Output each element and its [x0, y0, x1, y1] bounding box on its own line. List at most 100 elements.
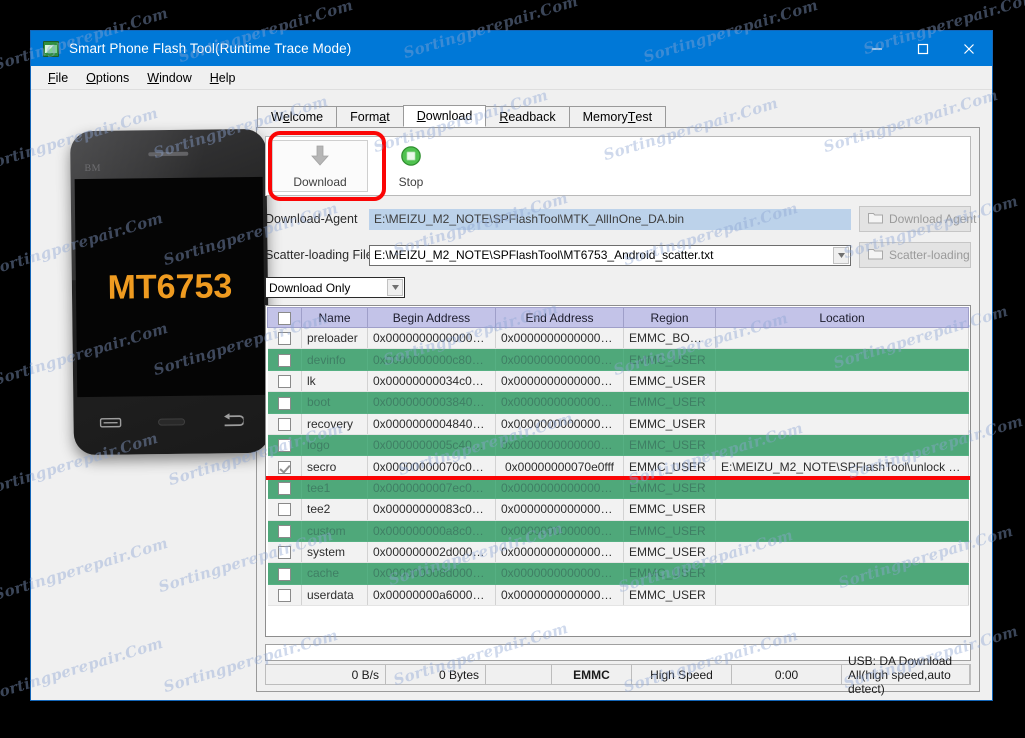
download-button-label: Download	[293, 174, 347, 189]
download-button[interactable]: Download	[272, 140, 368, 192]
stop-button[interactable]: Stop	[368, 140, 454, 192]
tab-welcome[interactable]: We lcome	[257, 106, 338, 127]
home-icon	[158, 415, 186, 433]
minimize-icon[interactable]	[854, 31, 900, 66]
cell-name: tee1	[301, 477, 368, 500]
row-checkbox[interactable]	[277, 439, 291, 453]
status-speed: 0 B/s	[266, 665, 386, 684]
row-checkbox[interactable]	[277, 567, 291, 581]
tab-readback[interactable]: Readback	[485, 106, 570, 127]
status-usb-speed: High Speed	[632, 665, 732, 684]
cell-name: cache	[301, 562, 368, 585]
partition-table[interactable]: Name Begin Address End Address Region Lo…	[265, 305, 971, 637]
row-checkbox-cell[interactable]	[267, 434, 302, 457]
row-checkbox[interactable]	[277, 482, 291, 496]
chevron-down-icon[interactable]	[833, 246, 849, 264]
row-checkbox-cell[interactable]	[267, 562, 302, 585]
menu-item-options[interactable]: Options	[77, 69, 138, 87]
chevron-down-icon[interactable]	[387, 279, 403, 296]
cell-begin-address: 0x0000000000000000	[367, 327, 496, 350]
select-all-checkbox[interactable]	[278, 311, 291, 325]
table-row[interactable]: tee1 0x0000000007ec0000 0x0000000000000000…	[267, 477, 969, 500]
status-bar: 0 B/s 0 Bytes EMMC High Speed 0:00 USB: …	[265, 654, 971, 696]
download-agent-field[interactable]: E:\MEIZU_M2_NOTE\SPFlashTool\MTK_AllInOn…	[369, 208, 851, 230]
row-checkbox[interactable]	[277, 332, 291, 346]
row-checkbox-cell[interactable]	[267, 541, 302, 564]
row-checkbox-cell[interactable]	[267, 477, 302, 500]
row-checkbox[interactable]	[277, 503, 291, 517]
cell-name: recovery	[301, 413, 368, 435]
menu-item-window[interactable]: Window	[138, 69, 200, 87]
row-checkbox-cell[interactable]	[267, 584, 302, 607]
menu-bar: File Options Window Help	[31, 66, 992, 90]
row-checkbox[interactable]	[277, 589, 291, 603]
row-checkbox-cell[interactable]	[267, 455, 302, 478]
status-storage: EMMC	[552, 665, 632, 684]
table-row[interactable]: recovery 0x0000000004840000 0x000000000000…	[267, 413, 969, 435]
tab-download[interactable]: Download	[402, 105, 487, 127]
maximize-icon[interactable]	[900, 31, 946, 66]
row-checkbox-cell[interactable]	[267, 413, 302, 435]
table-row[interactable]: secro 0x00000000070c0000 0x00000000070e0ff…	[267, 455, 969, 478]
cell-name: secro	[301, 455, 368, 478]
cell-end-address: 0x0000000000000000	[495, 348, 624, 371]
tab-memory-test[interactable]: Memory Test	[568, 106, 667, 127]
table-row[interactable]: cache 0x000000008d000000 0x000000000000000…	[267, 562, 969, 585]
status-elapsed: 0:00	[732, 665, 842, 684]
row-checkbox[interactable]	[277, 396, 291, 410]
table-row[interactable]: userdata 0x00000000a6000000 0x000000000000…	[267, 584, 969, 607]
row-checkbox-cell[interactable]	[267, 520, 302, 542]
row-checkbox[interactable]	[277, 524, 291, 538]
tab-format[interactable]: Form a t	[336, 106, 404, 127]
row-checkbox-cell[interactable]	[267, 498, 302, 521]
row-checkbox[interactable]	[277, 375, 291, 389]
download-mode-select[interactable]: Download Only	[265, 277, 405, 298]
close-icon[interactable]	[946, 31, 992, 66]
partition-table-grid: Name Begin Address End Address Region Lo…	[267, 307, 969, 607]
cell-region: EMMC_USER	[623, 455, 716, 478]
cell-end-address: 0x00000000070e0fff	[495, 455, 624, 478]
table-row[interactable]: system 0x000000002d000000 0x00000000000000…	[267, 541, 969, 564]
cell-begin-address: 0x0000000004840000	[367, 413, 496, 435]
action-toolbar: Download Stop	[265, 131, 971, 201]
download-agent-button-label: Download Agent	[889, 212, 977, 226]
menu-item-help[interactable]: Help	[201, 69, 245, 87]
scatter-file-field[interactable]: E:\MEIZU_M2_NOTE\SPFlashTool\MT6753_Andr…	[369, 244, 851, 266]
table-row[interactable]: lk 0x00000000034c0000 0x0000000000000000 EM…	[267, 370, 969, 393]
row-checkbox-cell[interactable]	[267, 327, 302, 350]
table-row[interactable]: logo 0x0000000005c40000 0x0000000000000000…	[267, 434, 969, 457]
cell-end-address: 0x0000000000000000	[495, 498, 624, 521]
row-checkbox[interactable]	[277, 546, 291, 560]
cell-location	[715, 434, 969, 457]
download-mode-value: Download Only	[269, 280, 351, 295]
cell-begin-address: 0x000000000a8c0000	[367, 520, 496, 542]
table-row[interactable]: devinfo 0x0000000000c80000 0x0000000000000…	[267, 348, 969, 371]
phone-speaker-icon	[148, 151, 189, 157]
menu-item-file[interactable]: File	[39, 69, 77, 87]
cell-end-address: 0x0000000000000000	[495, 520, 624, 542]
status-connection: USB: DA Download All(high speed,auto det…	[842, 654, 970, 696]
cell-end-address: 0x0000000000000000	[495, 541, 624, 564]
table-row[interactable]: tee2 0x00000000083c0000 0x0000000000000000…	[267, 498, 969, 521]
row-checkbox[interactable]	[277, 460, 291, 474]
download-agent-button[interactable]: Download Agent	[859, 206, 976, 232]
table-row[interactable]: boot 0x0000000003840000 0x0000000000000000…	[267, 391, 969, 414]
status-blank	[486, 665, 552, 684]
progress-area: 0 B/s 0 Bytes EMMC High Speed 0:00 USB: …	[265, 644, 971, 696]
header-select-all[interactable]	[267, 307, 302, 328]
row-checkbox[interactable]	[277, 353, 291, 367]
folder-icon	[868, 248, 883, 263]
cell-region: EMMC_USER	[623, 520, 716, 542]
table-row[interactable]: preloader 0x0000000000000000 0x00000000000…	[267, 327, 969, 350]
cell-region: EMMC_USER	[623, 413, 716, 435]
scatter-file-label: Scatter-loading File	[265, 248, 373, 262]
phone-nav-bar	[81, 403, 261, 445]
row-checkbox[interactable]	[277, 417, 291, 431]
phone-screen: MT6753	[74, 176, 266, 398]
row-checkbox-cell[interactable]	[267, 348, 302, 371]
row-checkbox-cell[interactable]	[267, 391, 302, 414]
table-row[interactable]: custom 0x000000000a8c0000 0x00000000000000…	[267, 520, 969, 542]
scatter-loading-button-label: Scatter-loading	[889, 248, 970, 262]
row-checkbox-cell[interactable]	[267, 370, 302, 393]
scatter-loading-button[interactable]: Scatter-loading	[859, 242, 971, 268]
